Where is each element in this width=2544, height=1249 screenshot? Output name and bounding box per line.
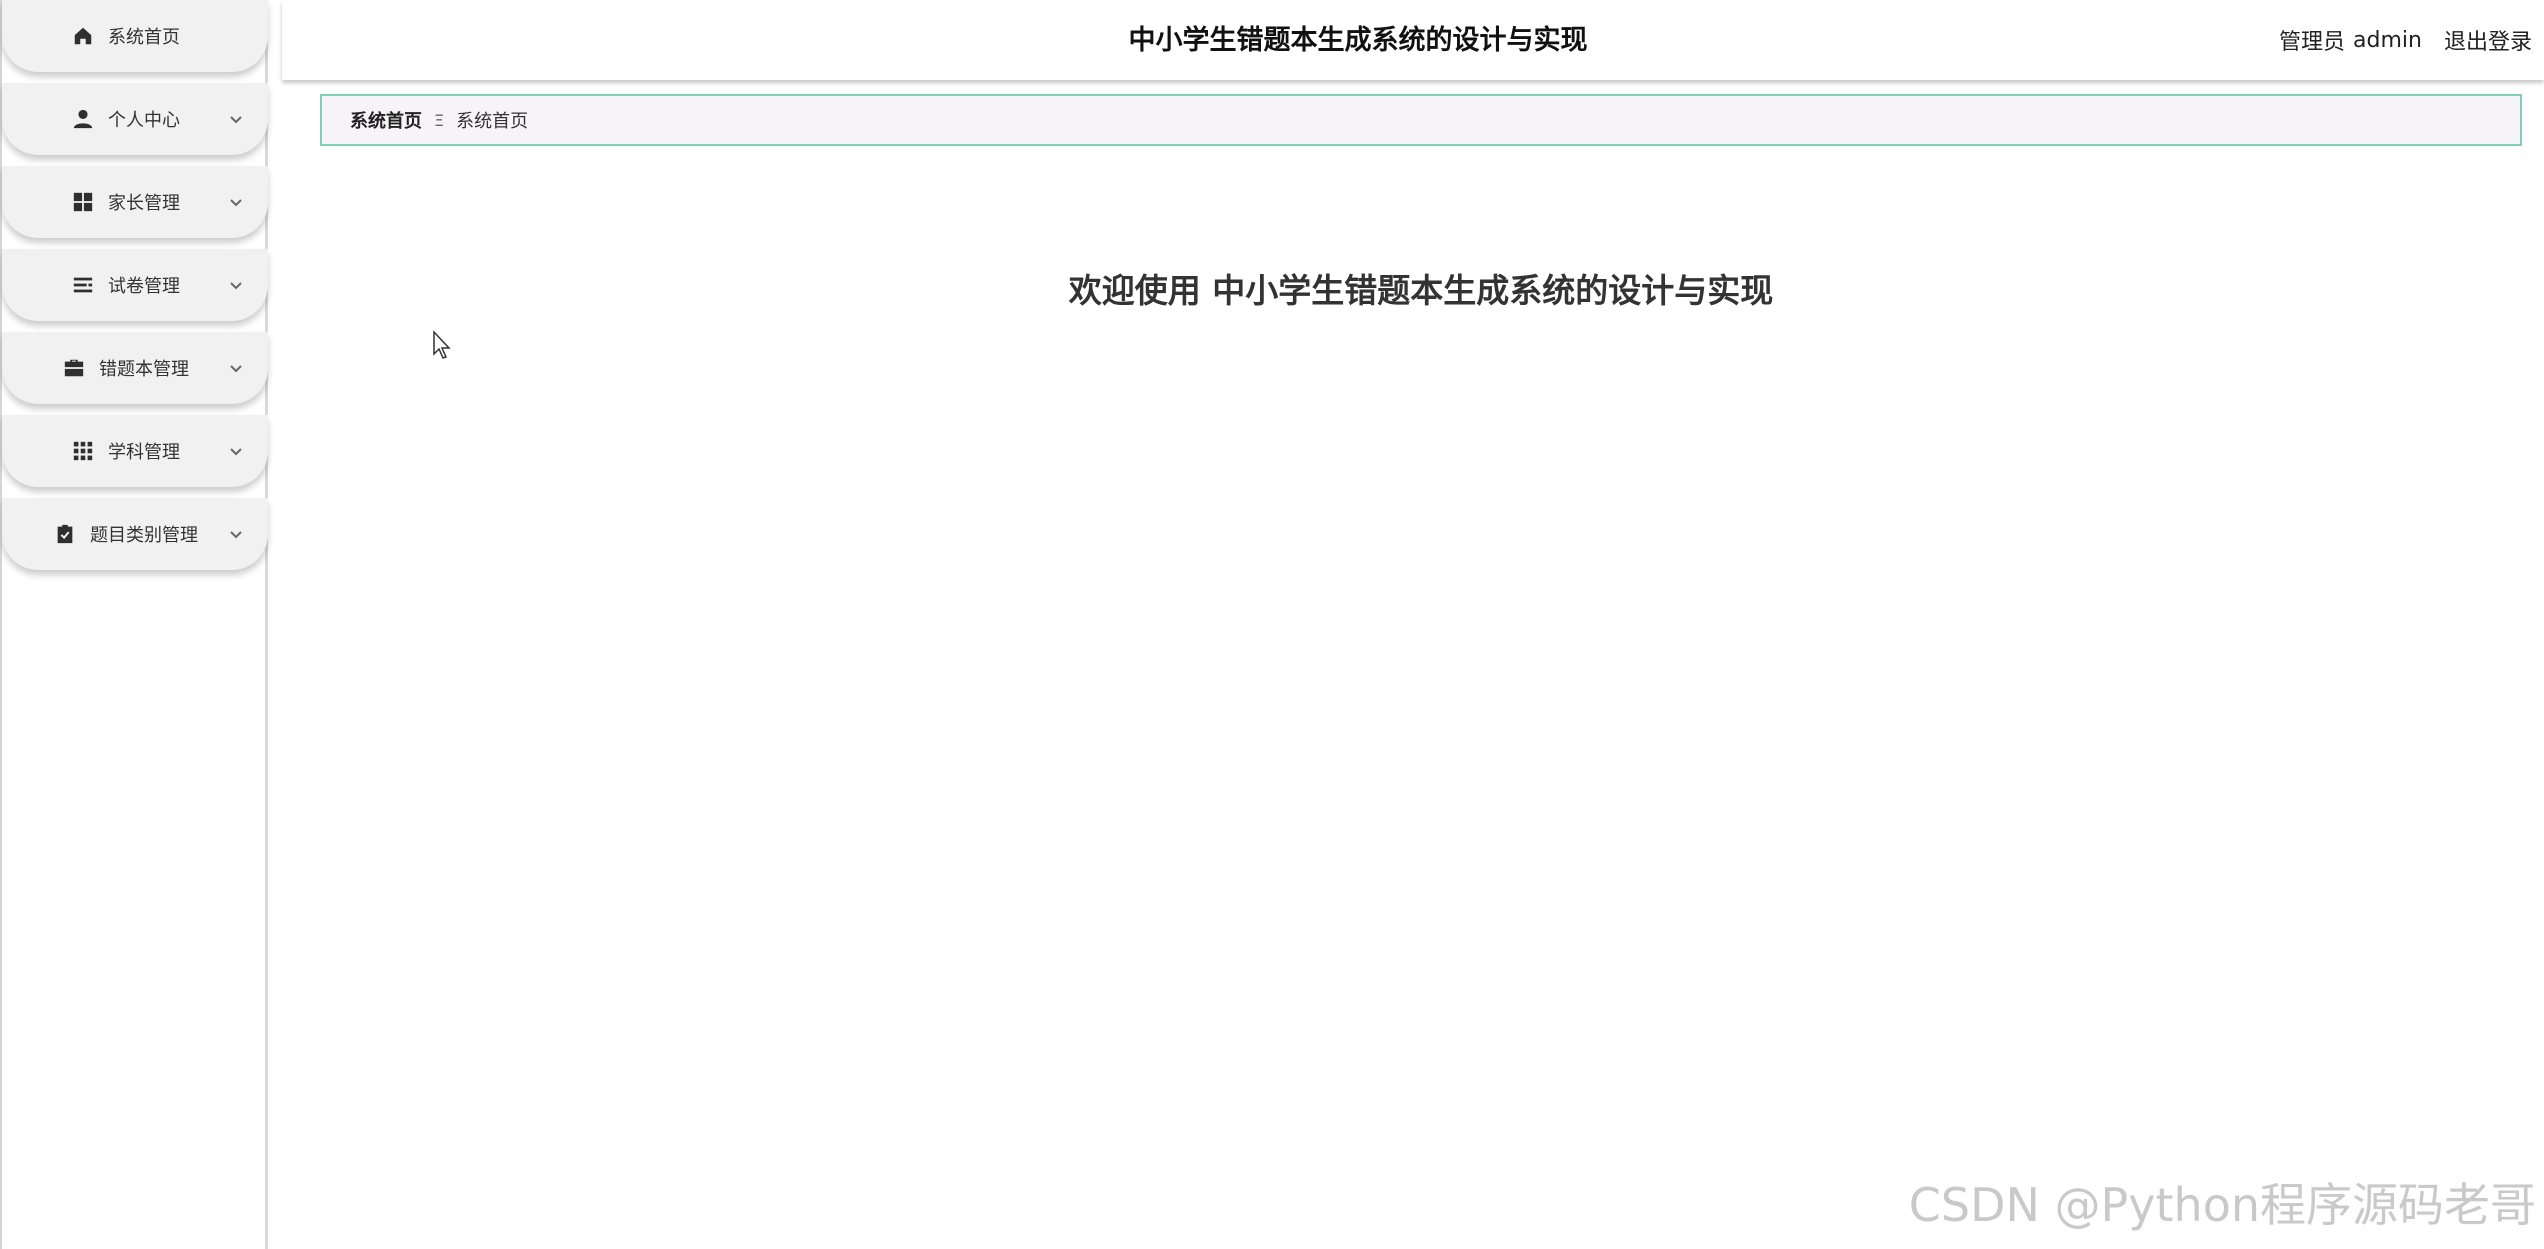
sidebar-item-label: 错题本管理 <box>99 359 189 380</box>
sidebar-item-label: 系统首页 <box>108 27 180 48</box>
grid-icon <box>72 191 94 213</box>
welcome-heading: 欢迎使用 中小学生错题本生成系统的设计与实现 <box>1068 271 1774 310</box>
briefcase-icon <box>63 357 85 379</box>
sidebar-item-parent-management[interactable]: 家长管理 <box>2 166 268 238</box>
user-icon <box>72 108 94 130</box>
sidebar-item-label: 题目类别管理 <box>90 525 198 546</box>
admin-page: 系统首页 个人中心 家长管理 试卷管理 错题本管理 学科管理 题目类别管理 中小… <box>0 0 2544 1249</box>
sidebar-item-personal-center[interactable]: 个人中心 <box>2 83 268 155</box>
breadcrumb: 系统首页 Ξ 系统首页 <box>320 94 2522 146</box>
chevron-down-icon <box>228 277 244 293</box>
chevron-down-icon <box>228 360 244 376</box>
user-role: 管理员 <box>2279 30 2346 55</box>
sidebar-item-home[interactable]: 系统首页 <box>2 0 268 72</box>
top-header: 中小学生错题本生成系统的设计与实现 管理员 admin 退出登录 <box>282 0 2544 80</box>
chevron-down-icon <box>228 526 244 542</box>
sidebar-item-question-category-management[interactable]: 题目类别管理 <box>2 498 268 570</box>
sidebar-item-subject-management[interactable]: 学科管理 <box>2 415 268 487</box>
chevron-down-icon <box>228 443 244 459</box>
watermark: CSDN @Python程序源码老哥 <box>1908 1178 2536 1232</box>
sidebar-item-exam-management[interactable]: 试卷管理 <box>2 249 268 321</box>
mouse-cursor-icon <box>432 330 454 360</box>
home-icon <box>72 25 94 47</box>
clipboard-check-icon <box>54 523 76 545</box>
user-name: admin <box>2353 27 2422 53</box>
sidebar-item-mistake-book-management[interactable]: 错题本管理 <box>2 332 268 404</box>
sidebar-item-label: 家长管理 <box>108 193 180 214</box>
app-title: 中小学生错题本生成系统的设计与实现 <box>1128 25 1588 56</box>
list-icon <box>72 274 94 296</box>
breadcrumb-separator: Ξ <box>434 110 445 130</box>
apps-icon <box>72 440 94 462</box>
sidebar-item-label: 试卷管理 <box>108 276 180 297</box>
chevron-down-icon <box>228 194 244 210</box>
breadcrumb-current: 系统首页 <box>456 111 529 132</box>
user-area: 管理员 admin 退出登录 <box>2279 0 2532 80</box>
sidebar-item-label: 学科管理 <box>108 442 180 463</box>
logout-link[interactable]: 退出登录 <box>2444 24 2532 56</box>
sidebar-item-label: 个人中心 <box>108 110 180 131</box>
sidebar: 系统首页 个人中心 家长管理 试卷管理 错题本管理 学科管理 题目类别管理 <box>0 0 268 1249</box>
breadcrumb-root[interactable]: 系统首页 <box>350 107 422 133</box>
chevron-down-icon <box>228 111 244 127</box>
